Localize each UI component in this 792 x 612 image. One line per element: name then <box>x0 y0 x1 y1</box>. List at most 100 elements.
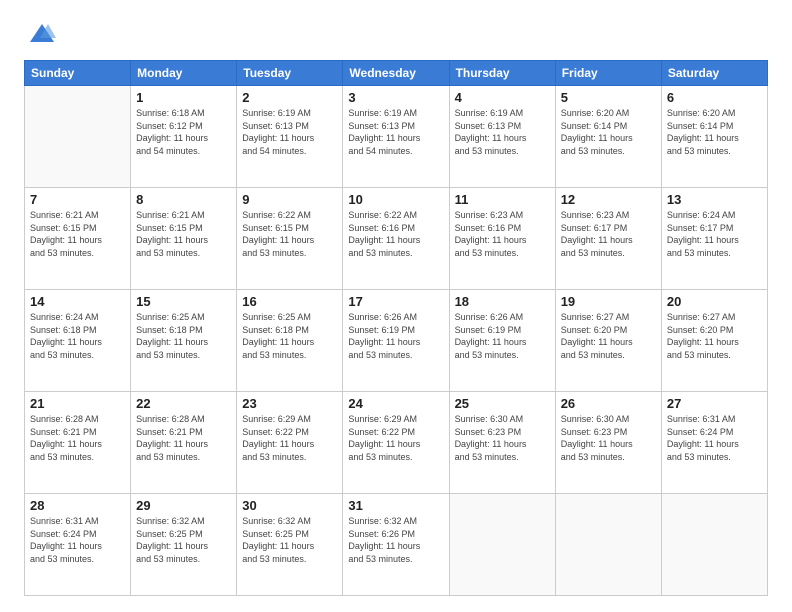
day-info: Sunrise: 6:29 AM Sunset: 6:22 PM Dayligh… <box>348 413 443 463</box>
calendar-cell: 9 Sunrise: 6:22 AM Sunset: 6:15 PM Daylig… <box>237 188 343 290</box>
day-number: 28 <box>30 498 125 513</box>
logo <box>24 20 56 48</box>
day-number: 2 <box>242 90 337 105</box>
calendar-cell: 25Sunrise: 6:30 AM Sunset: 6:23 PM Dayli… <box>449 392 555 494</box>
calendar-cell: 24 Sunrise: 6:29 AM Sunset: 6:22 PM Dayli… <box>343 392 449 494</box>
calendar-cell: 13 Sunrise: 6:24 AM Sunset: 6:17 PM Dayli… <box>661 188 767 290</box>
day-info: Sunrise: 6:22 AM Sunset: 6:16 PM Dayligh… <box>348 209 443 259</box>
day-info: Sunrise: 6:28 AM Sunset: 6:21 PM Dayligh… <box>30 413 125 463</box>
weekday-header-friday: Friday <box>555 61 661 86</box>
day-number: 12 <box>561 192 656 207</box>
day-info: Sunrise: 6:19 AM Sunset: 6:13 PM Dayligh… <box>242 107 337 157</box>
day-info: Sunrise: 6:27 AM Sunset: 6:20 PM Dayligh… <box>561 311 656 361</box>
calendar-week-3: 14 Sunrise: 6:24 AM Sunset: 6:18 PM Dayli… <box>25 290 768 392</box>
day-info: Sunrise: 6:26 AM Sunset: 6:19 PM Dayligh… <box>348 311 443 361</box>
day-number: 7 <box>30 192 125 207</box>
day-info: Sunrise: 6:28 AM Sunset: 6:21 PM Dayligh… <box>136 413 231 463</box>
calendar-cell: 31Sunrise: 6:32 AM Sunset: 6:26 PM Dayli… <box>343 494 449 596</box>
calendar-cell: 7Sunrise: 6:21 AM Sunset: 6:15 PM Daylig… <box>25 188 131 290</box>
page: SundayMondayTuesdayWednesdayThursdayFrid… <box>0 0 792 612</box>
weekday-header-row: SundayMondayTuesdayWednesdayThursdayFrid… <box>25 61 768 86</box>
day-number: 22 <box>136 396 231 411</box>
day-info: Sunrise: 6:22 AM Sunset: 6:15 PM Dayligh… <box>242 209 337 259</box>
calendar-cell: 27Sunrise: 6:31 AM Sunset: 6:24 PM Dayli… <box>661 392 767 494</box>
day-number: 26 <box>561 396 656 411</box>
calendar-cell: 29Sunrise: 6:32 AM Sunset: 6:25 PM Dayli… <box>131 494 237 596</box>
day-info: Sunrise: 6:21 AM Sunset: 6:15 PM Dayligh… <box>136 209 231 259</box>
day-info: Sunrise: 6:31 AM Sunset: 6:24 PM Dayligh… <box>667 413 762 463</box>
day-number: 30 <box>242 498 337 513</box>
calendar-week-2: 7 Sunrise: 6:21 AM Sunset: 6:15 PM Daylig… <box>25 188 768 290</box>
day-info: Sunrise: 6:25 AM Sunset: 6:18 PM Dayligh… <box>136 311 231 361</box>
calendar-week-4: 21 Sunrise: 6:28 AM Sunset: 6:21 PM Dayli… <box>25 392 768 494</box>
day-number: 1 <box>136 90 231 105</box>
calendar-week-1: 1 Sunrise: 6:18 AM Sunset: 6:12 PM Daylig… <box>25 86 768 188</box>
day-number: 23 <box>242 396 337 411</box>
day-info: Sunrise: 6:24 AM Sunset: 6:18 PM Dayligh… <box>30 311 125 361</box>
calendar-week-5: 28 Sunrise: 6:31 AM Sunset: 6:24 PM Dayli… <box>25 494 768 596</box>
day-number: 14 <box>30 294 125 309</box>
calendar-cell: 4 Sunrise: 6:19 AM Sunset: 6:13 PM Daylig… <box>449 86 555 188</box>
day-number: 25 <box>455 396 550 411</box>
day-info: Sunrise: 6:18 AM Sunset: 6:12 PM Dayligh… <box>136 107 231 157</box>
day-info: Sunrise: 6:19 AM Sunset: 6:13 PM Dayligh… <box>348 107 443 157</box>
day-number: 21 <box>30 396 125 411</box>
day-info: Sunrise: 6:20 AM Sunset: 6:14 PM Dayligh… <box>561 107 656 157</box>
day-info: Sunrise: 6:32 AM Sunset: 6:25 PM Dayligh… <box>136 515 231 565</box>
header <box>24 20 768 48</box>
calendar-cell: 10 Sunrise: 6:22 AM Sunset: 6:16 PM Dayli… <box>343 188 449 290</box>
calendar-cell: 16 Sunrise: 6:25 AM Sunset: 6:18 PM Dayli… <box>237 290 343 392</box>
calendar-cell: 26 Sunrise: 6:30 AM Sunset: 6:23 PM Dayli… <box>555 392 661 494</box>
calendar-cell: 2 Sunrise: 6:19 AM Sunset: 6:13 PM Daylig… <box>237 86 343 188</box>
weekday-header-saturday: Saturday <box>661 61 767 86</box>
day-info: Sunrise: 6:24 AM Sunset: 6:17 PM Dayligh… <box>667 209 762 259</box>
day-number: 24 <box>348 396 443 411</box>
calendar-cell: 19 Sunrise: 6:27 AM Sunset: 6:20 PM Dayli… <box>555 290 661 392</box>
calendar-cell: 3 Sunrise: 6:19 AM Sunset: 6:13 PM Daylig… <box>343 86 449 188</box>
weekday-header-wednesday: Wednesday <box>343 61 449 86</box>
calendar-cell: 17 Sunrise: 6:26 AM Sunset: 6:19 PM Dayli… <box>343 290 449 392</box>
weekday-header-thursday: Thursday <box>449 61 555 86</box>
day-info: Sunrise: 6:23 AM Sunset: 6:16 PM Dayligh… <box>455 209 550 259</box>
calendar-cell: 6 Sunrise: 6:20 AM Sunset: 6:14 PM Daylig… <box>661 86 767 188</box>
logo-icon <box>28 20 56 48</box>
day-info: Sunrise: 6:32 AM Sunset: 6:25 PM Dayligh… <box>242 515 337 565</box>
day-info: Sunrise: 6:30 AM Sunset: 6:23 PM Dayligh… <box>561 413 656 463</box>
day-number: 19 <box>561 294 656 309</box>
day-info: Sunrise: 6:31 AM Sunset: 6:24 PM Dayligh… <box>30 515 125 565</box>
day-number: 9 <box>242 192 337 207</box>
day-info: Sunrise: 6:29 AM Sunset: 6:22 PM Dayligh… <box>242 413 337 463</box>
day-info: Sunrise: 6:23 AM Sunset: 6:17 PM Dayligh… <box>561 209 656 259</box>
weekday-header-tuesday: Tuesday <box>237 61 343 86</box>
calendar-cell <box>449 494 555 596</box>
day-number: 18 <box>455 294 550 309</box>
day-info: Sunrise: 6:20 AM Sunset: 6:14 PM Dayligh… <box>667 107 762 157</box>
day-number: 5 <box>561 90 656 105</box>
day-info: Sunrise: 6:19 AM Sunset: 6:13 PM Dayligh… <box>455 107 550 157</box>
calendar-table: SundayMondayTuesdayWednesdayThursdayFrid… <box>24 60 768 596</box>
day-number: 10 <box>348 192 443 207</box>
day-info: Sunrise: 6:27 AM Sunset: 6:20 PM Dayligh… <box>667 311 762 361</box>
day-number: 17 <box>348 294 443 309</box>
day-number: 13 <box>667 192 762 207</box>
day-number: 8 <box>136 192 231 207</box>
day-number: 15 <box>136 294 231 309</box>
calendar-cell: 18Sunrise: 6:26 AM Sunset: 6:19 PM Dayli… <box>449 290 555 392</box>
weekday-header-monday: Monday <box>131 61 237 86</box>
calendar-cell <box>661 494 767 596</box>
day-info: Sunrise: 6:25 AM Sunset: 6:18 PM Dayligh… <box>242 311 337 361</box>
day-number: 16 <box>242 294 337 309</box>
calendar-cell: 21 Sunrise: 6:28 AM Sunset: 6:21 PM Dayli… <box>25 392 131 494</box>
calendar-cell: 8 Sunrise: 6:21 AM Sunset: 6:15 PM Daylig… <box>131 188 237 290</box>
calendar-cell: 20 Sunrise: 6:27 AM Sunset: 6:20 PM Dayli… <box>661 290 767 392</box>
day-number: 4 <box>455 90 550 105</box>
calendar-cell: 5 Sunrise: 6:20 AM Sunset: 6:14 PM Daylig… <box>555 86 661 188</box>
calendar-cell <box>25 86 131 188</box>
day-number: 20 <box>667 294 762 309</box>
calendar-cell: 14 Sunrise: 6:24 AM Sunset: 6:18 PM Dayli… <box>25 290 131 392</box>
calendar-cell: 28 Sunrise: 6:31 AM Sunset: 6:24 PM Dayli… <box>25 494 131 596</box>
calendar-cell: 22 Sunrise: 6:28 AM Sunset: 6:21 PM Dayli… <box>131 392 237 494</box>
day-number: 3 <box>348 90 443 105</box>
day-number: 6 <box>667 90 762 105</box>
calendar-cell <box>555 494 661 596</box>
